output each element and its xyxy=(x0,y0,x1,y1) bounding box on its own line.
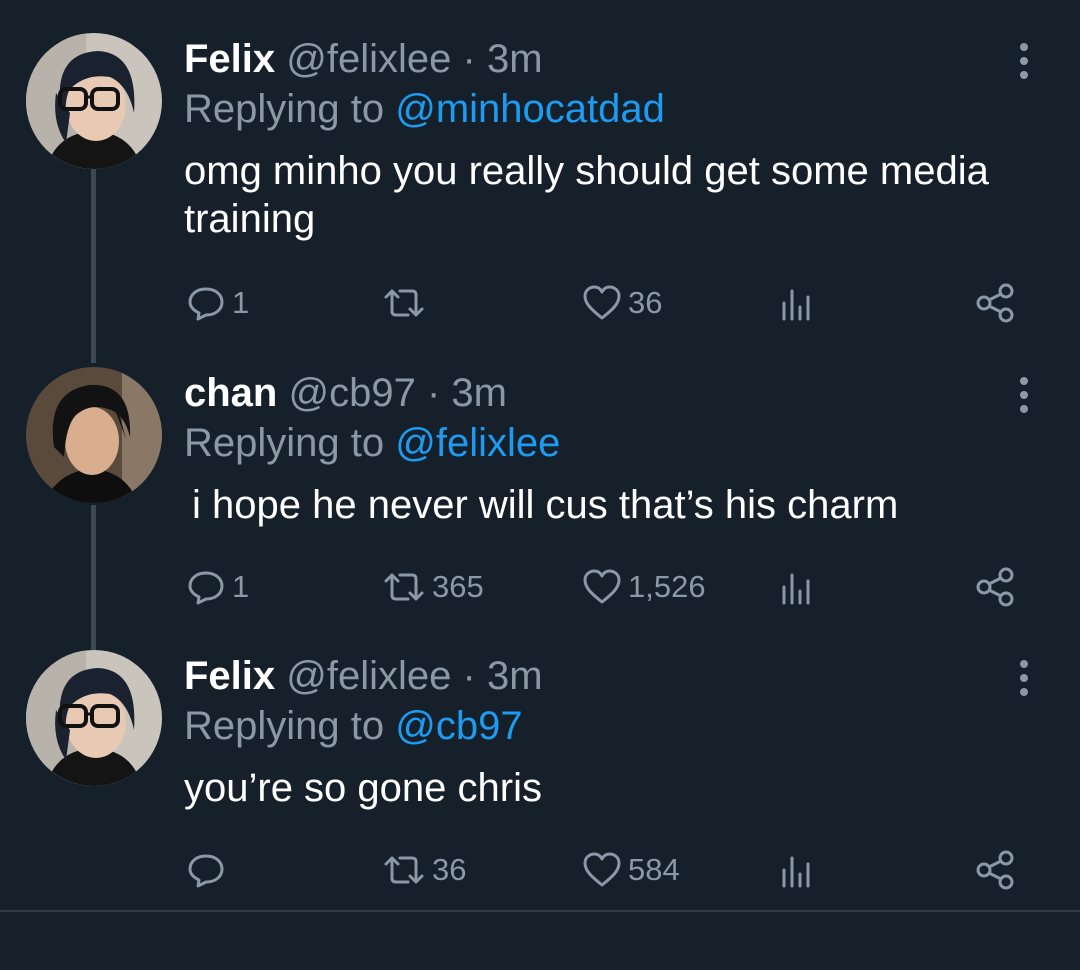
tweet-actions: 1 365 1,526 xyxy=(186,565,1036,609)
share-icon xyxy=(976,567,1014,607)
avatar[interactable] xyxy=(26,650,162,786)
reply-button[interactable]: 1 xyxy=(186,281,249,325)
display-name[interactable]: chan xyxy=(184,371,277,415)
share-button[interactable] xyxy=(974,565,1016,609)
retweet-icon xyxy=(384,573,424,601)
heart-icon xyxy=(583,569,621,604)
retweet-icon xyxy=(384,856,424,884)
timestamp[interactable]: 3m xyxy=(487,654,543,698)
like-button[interactable]: 36 xyxy=(582,281,662,325)
tweet-text: i hope he never will cus that’s his char… xyxy=(192,483,899,527)
analytics-icon xyxy=(782,573,810,605)
tweet[interactable]: chan @cb97 · 3m Replying to @felixlee i … xyxy=(0,367,1080,687)
more-options-icon[interactable] xyxy=(1010,375,1038,415)
tweet-actions: 36 584 xyxy=(186,848,1036,892)
analytics-icon xyxy=(782,289,810,321)
analytics-button[interactable] xyxy=(780,281,816,325)
like-count: 36 xyxy=(628,285,663,320)
heart-icon xyxy=(583,285,621,320)
replying-to: Replying to @minhocatdad xyxy=(184,83,665,135)
tweet-text: omg minho you really should get some med… xyxy=(184,149,989,241)
tweet-header: Felix @felixlee · 3m xyxy=(184,650,543,702)
reply-count: 1 xyxy=(232,285,250,320)
share-button[interactable] xyxy=(974,281,1016,325)
avatar-image xyxy=(26,33,162,169)
analytics-icon xyxy=(782,856,810,888)
share-icon xyxy=(976,283,1014,323)
user-handle[interactable]: @cb97 xyxy=(288,371,415,415)
share-icon xyxy=(976,850,1014,890)
reply-icon xyxy=(188,287,224,321)
tweet[interactable]: Felix @felixlee · 3m Replying to @cb97 y… xyxy=(0,650,1080,970)
more-options-icon[interactable] xyxy=(1010,41,1038,81)
separator-dot: · xyxy=(426,371,441,415)
replying-to-handle-link[interactable]: @minhocatdad xyxy=(395,87,665,131)
reply-button[interactable] xyxy=(186,848,232,892)
retweet-icon xyxy=(384,289,424,317)
replying-to: Replying to @cb97 xyxy=(184,700,523,752)
retweet-button[interactable] xyxy=(382,281,432,325)
like-count: 1,526 xyxy=(628,569,706,604)
replying-to-label: Replying to xyxy=(184,704,396,748)
reply-icon xyxy=(188,854,224,888)
tweet-text: you’re so gone chris xyxy=(184,766,542,810)
like-button[interactable]: 584 xyxy=(582,848,680,892)
replying-to-label: Replying to xyxy=(184,87,396,131)
like-button[interactable]: 1,526 xyxy=(582,565,706,609)
heart-icon xyxy=(583,852,621,887)
replying-to-label: Replying to xyxy=(184,421,396,465)
analytics-button[interactable] xyxy=(780,848,816,892)
retweet-count: 36 xyxy=(432,852,467,887)
share-button[interactable] xyxy=(974,848,1016,892)
like-count: 584 xyxy=(628,852,680,887)
divider xyxy=(0,910,1080,912)
timestamp[interactable]: 3m xyxy=(451,371,507,415)
replying-to-handle-link[interactable]: @felixlee xyxy=(395,421,560,465)
analytics-button[interactable] xyxy=(780,565,816,609)
retweet-count: 365 xyxy=(432,569,484,604)
display-name[interactable]: Felix xyxy=(184,654,275,698)
reply-button[interactable]: 1 xyxy=(186,565,249,609)
user-handle[interactable]: @felixlee xyxy=(286,37,451,81)
tweet-actions: 1 36 xyxy=(186,281,1036,325)
avatar-image xyxy=(26,650,162,786)
user-handle[interactable]: @felixlee xyxy=(286,654,451,698)
retweet-button[interactable]: 365 xyxy=(382,565,484,609)
avatar[interactable] xyxy=(26,367,162,503)
tweet-header: Felix @felixlee · 3m xyxy=(184,33,543,85)
more-options-icon[interactable] xyxy=(1010,658,1038,698)
separator-dot: · xyxy=(462,654,476,698)
tweet-thread: Felix @felixlee · 3m Replying to @minhoc… xyxy=(0,0,1080,935)
reply-icon xyxy=(188,571,224,605)
avatar-image xyxy=(26,367,162,503)
tweet[interactable]: Felix @felixlee · 3m Replying to @minhoc… xyxy=(0,33,1080,353)
reply-count: 1 xyxy=(232,569,250,604)
tweet-header: chan @cb97 · 3m xyxy=(184,367,507,419)
display-name[interactable]: Felix xyxy=(184,37,275,81)
separator-dot: · xyxy=(462,37,476,81)
replying-to: Replying to @felixlee xyxy=(184,417,560,469)
replying-to-handle-link[interactable]: @cb97 xyxy=(395,704,522,748)
avatar[interactable] xyxy=(26,33,162,169)
retweet-button[interactable]: 36 xyxy=(382,848,466,892)
timestamp[interactable]: 3m xyxy=(487,37,543,81)
